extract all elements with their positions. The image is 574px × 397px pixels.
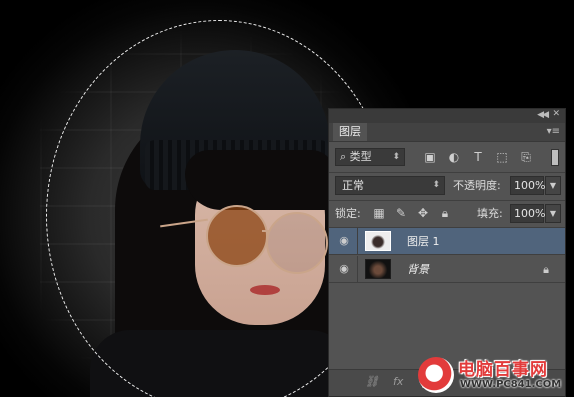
blend-mode-value: 正常 <box>342 179 364 192</box>
eye-visibility-icon[interactable]: ◉ <box>337 263 351 275</box>
adjustment-filter-icon[interactable]: ◐ <box>447 150 461 164</box>
search-icon: ⌕ <box>340 150 347 163</box>
link-layers-icon[interactable]: ⛓ <box>365 375 379 388</box>
layer-filter-row: ⌕ 类型 ⬍ ▣ ◐ T ⬚ ⎘ <box>329 145 565 171</box>
filter-kind-select[interactable]: ⌕ 类型 ⬍ <box>335 148 405 166</box>
tab-layers[interactable]: 图层 <box>333 123 367 141</box>
watermark-url: WWW.PC841.COM <box>460 379 562 390</box>
layer-row-background[interactable]: ◉ 背景 🔒︎ <box>329 256 565 283</box>
shape-filter-icon[interactable]: ⬚ <box>495 150 509 164</box>
layer-name[interactable]: 背景 <box>407 256 429 283</box>
site-logo-icon <box>418 357 454 393</box>
site-watermark: 电脑百事网 WWW.PC841.COM <box>418 355 574 397</box>
lock-icon: 🔒︎ <box>543 263 549 276</box>
eye-visibility-icon[interactable]: ◉ <box>337 235 351 247</box>
lock-row: 锁定: ▦ ✎ ✥ 🔒︎ 填充: 100% ▼ <box>329 201 565 227</box>
panel-menu-icon[interactable]: ▾≡ <box>547 126 560 137</box>
filter-kind-label: 类型 <box>349 150 372 163</box>
layer-style-fx-icon[interactable]: fx <box>393 375 403 388</box>
fill-dropdown-button[interactable]: ▼ <box>545 204 561 223</box>
lock-all-icon[interactable]: 🔒︎ <box>437 204 453 222</box>
lock-transparent-pixels-icon[interactable]: ▦ <box>371 204 387 222</box>
divider <box>357 228 358 254</box>
type-filter-icon[interactable]: T <box>471 150 485 164</box>
lock-label: 锁定: <box>335 207 361 220</box>
opacity-label: 不透明度: <box>453 179 501 192</box>
blend-mode-select[interactable]: 正常 ⬍ <box>335 176 445 195</box>
blend-row: 正常 ⬍ 不透明度: 100% ▼ <box>329 173 565 199</box>
spinner-icon: ⬍ <box>432 180 440 190</box>
collapse-panel-icon[interactable]: ◀◀ <box>537 110 549 120</box>
spinner-icon: ⬍ <box>392 152 400 162</box>
panel-titlebar[interactable]: ◀◀ ✕ <box>329 109 565 123</box>
layer-thumbnail <box>365 231 391 251</box>
pixel-filter-icon[interactable]: ▣ <box>423 150 437 164</box>
smart-object-filter-icon[interactable]: ⎘ <box>519 150 533 164</box>
layer-name[interactable]: 图层 1 <box>407 228 440 255</box>
layer-row-layer-1[interactable]: ◉ 图层 1 <box>329 228 565 255</box>
opacity-dropdown-button[interactable]: ▼ <box>545 176 561 195</box>
lock-position-icon[interactable]: ✥ <box>415 204 431 222</box>
lock-image-pixels-icon[interactable]: ✎ <box>393 204 409 222</box>
close-panel-icon[interactable]: ✕ <box>552 109 560 119</box>
panel-tab-row: 图层 ▾≡ <box>329 123 565 142</box>
layer-thumbnail <box>365 259 391 279</box>
watermark-title: 电脑百事网 <box>458 360 548 380</box>
filter-toggle-switch[interactable] <box>551 149 559 166</box>
layers-list: ◉ 图层 1 ◉ 背景 🔒︎ <box>329 228 565 368</box>
fill-label: 填充: <box>477 207 503 220</box>
fill-input[interactable]: 100% <box>510 204 545 223</box>
layers-panel: ◀◀ ✕ 图层 ▾≡ ⌕ 类型 ⬍ ▣ ◐ T ⬚ ⎘ 正常 ⬍ 不透明度: 1… <box>328 108 566 397</box>
divider <box>357 256 358 282</box>
opacity-input[interactable]: 100% <box>510 176 545 195</box>
